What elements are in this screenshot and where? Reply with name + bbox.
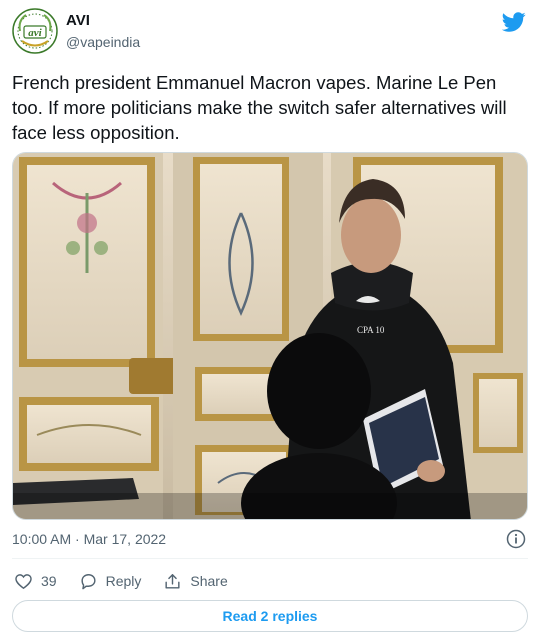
author-avatar[interactable]: avi — [12, 8, 58, 54]
photo-illustration: CPA 10 — [13, 153, 527, 519]
avi-logo-icon: avi — [12, 8, 58, 54]
tweet-actions: 39 Reply Share — [14, 570, 250, 592]
reply-label: Reply — [105, 573, 142, 589]
hoodie-caption: CPA 10 — [357, 325, 385, 335]
share-label: Share — [190, 573, 228, 589]
twitter-bird-icon[interactable] — [502, 10, 526, 34]
share-icon — [165, 573, 180, 589]
avatar-logo-text: avi — [28, 27, 42, 39]
author-name[interactable]: AVI — [66, 12, 90, 29]
reply-button[interactable]: Reply — [79, 572, 142, 591]
tweet-timestamp[interactable]: 10:00 AM · Mar 17, 2022 — [12, 531, 166, 547]
read-replies-button[interactable]: Read 2 replies — [12, 600, 528, 632]
info-icon[interactable] — [506, 529, 526, 549]
divider — [12, 558, 528, 559]
tweet-photo[interactable]: CPA 10 — [12, 152, 528, 520]
share-button[interactable]: Share — [163, 572, 228, 591]
reply-bubble-icon — [81, 573, 96, 589]
author-handle[interactable]: @vapeindia — [66, 34, 140, 50]
like-button[interactable]: 39 — [14, 572, 57, 591]
tweet-text: French president Emmanuel Macron vapes. … — [12, 72, 507, 143]
heart-icon — [15, 573, 32, 589]
tweet-card: avi AVI @vapeindia French president Emma… — [0, 0, 540, 644]
like-count: 39 — [41, 573, 57, 589]
